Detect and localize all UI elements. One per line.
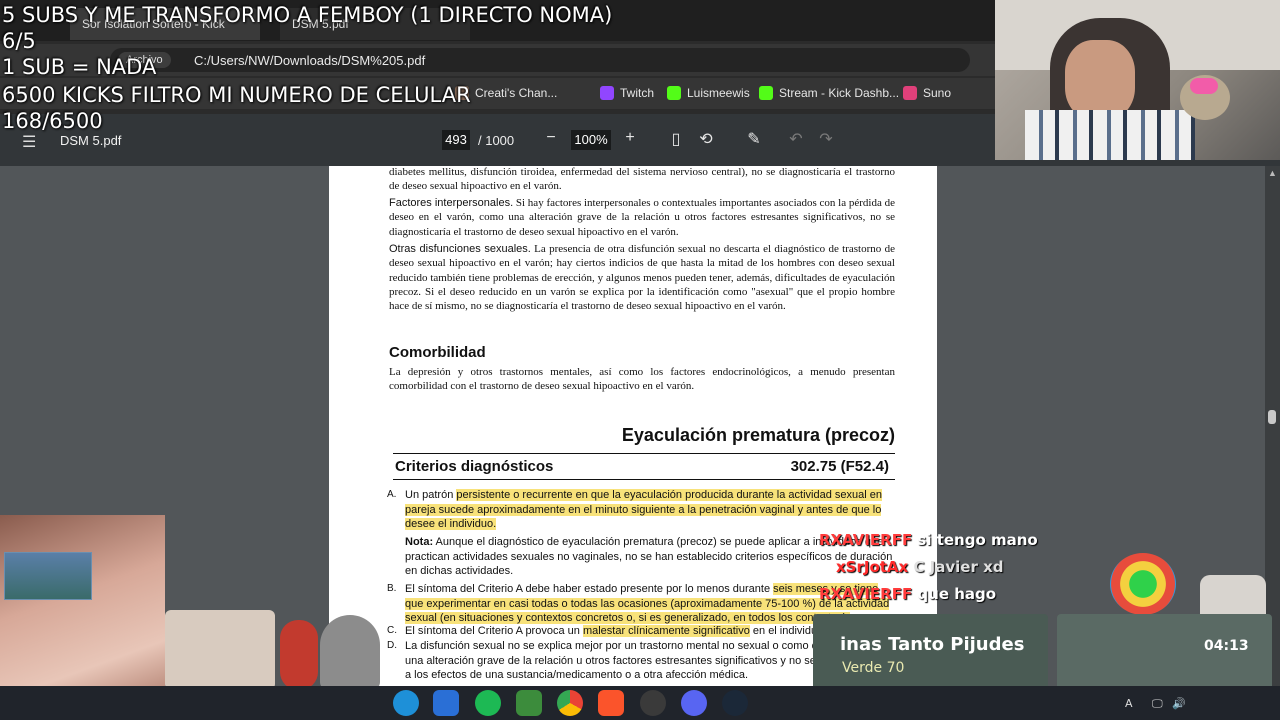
- zoom-out-icon[interactable]: −: [541, 129, 561, 147]
- page-number-input[interactable]: 493: [442, 130, 470, 150]
- undo-icon[interactable]: ↶: [786, 129, 806, 149]
- chat-message: RXAVIERFF que hago: [819, 585, 996, 603]
- spotify-icon[interactable]: [475, 690, 501, 716]
- zoom-in-icon[interactable]: +: [620, 129, 640, 147]
- cat-sticker: [165, 610, 275, 690]
- streamer-face: [1065, 40, 1135, 120]
- scrollbar-thumb[interactable]: [1268, 410, 1276, 424]
- overlay-goal-count: 6/5: [2, 29, 36, 53]
- criterion-letter: A.: [387, 489, 397, 500]
- highlighted-text: persistente o recurrente en que la eyacu…: [405, 489, 882, 531]
- kick-icon: [759, 86, 773, 100]
- song-subtitle: Verde 70: [842, 660, 905, 676]
- network-icon[interactable]: 🖵: [1152, 697, 1163, 711]
- pink-bow: [1190, 78, 1218, 94]
- brave-icon[interactable]: [598, 690, 624, 716]
- bookmark-label: Creati's Chan...: [475, 86, 558, 100]
- criterion-text: El síntoma del Criterio A debe haber est…: [405, 583, 774, 595]
- pdf-title: DSM 5.pdf: [60, 133, 122, 148]
- page-total: / 1000: [478, 133, 515, 148]
- song-title: inas Tanto Pijudes: [840, 634, 1025, 655]
- criterion-letter: D.: [387, 640, 397, 651]
- bookmark-suno[interactable]: Suno: [903, 86, 951, 100]
- suno-icon: [903, 86, 917, 100]
- kick-icon: [667, 86, 681, 100]
- paragraph-heading: Otras disfunciones sexuales.: [389, 243, 531, 255]
- bookmark-label: Twitch: [620, 86, 655, 100]
- pdf-page: diabetes mellitus, disfunción tiroidea, …: [329, 166, 937, 686]
- paragraph-heading: Factores interpersonales.: [389, 197, 514, 209]
- address-url[interactable]: C:/Users/NW/Downloads/DSM%205.pdf: [194, 53, 425, 68]
- bookmark-label: Luismeewis: [687, 86, 750, 100]
- webcam-overlay: [995, 0, 1280, 160]
- scroll-up-icon[interactable]: ▲: [1268, 168, 1277, 178]
- wolf-sticker: [320, 615, 380, 690]
- bookmark-luismeewis[interactable]: Luismeewis: [667, 86, 750, 100]
- criteria-label: Criterios diagnósticos: [395, 458, 554, 475]
- edge-icon[interactable]: [393, 690, 419, 716]
- bookmark-kick-dashboard[interactable]: Stream - Kick Dashb...: [759, 86, 899, 100]
- game-thumbnail: [4, 552, 92, 600]
- pdf-scrollbar[interactable]: [1265, 166, 1280, 686]
- overlay-kicks-goal: 6500 KICKS FILTRO MI NUMERO DE CELULAR: [2, 83, 471, 107]
- annotate-icon[interactable]: ✎: [744, 129, 764, 149]
- chat-text: C Javier xd: [913, 558, 1004, 576]
- discord-icon[interactable]: [681, 690, 707, 716]
- chat-username: RXAVIERFF: [819, 585, 913, 603]
- overlay-kicks-count: 168/6500: [2, 109, 103, 133]
- paragraph-comorbidity: La depresión y otros trastornos mentales…: [389, 366, 895, 393]
- chat-text: que hago: [917, 585, 997, 603]
- disorder-title: Eyaculación prematura (precoz): [621, 425, 895, 445]
- redo-icon[interactable]: ↷: [816, 129, 836, 149]
- chrome-icon[interactable]: [557, 690, 583, 716]
- criterion-letter: B.: [387, 583, 397, 594]
- chat-message: xSrJotAx C Javier xd: [836, 558, 1004, 576]
- sausage-sticker: [280, 620, 318, 690]
- steam-icon[interactable]: [722, 690, 748, 716]
- overlay-goal-title: 5 SUBS Y ME TRANSFORMO A FEMBOY (1 DIREC…: [2, 3, 613, 27]
- menu-icon[interactable]: ☰: [22, 132, 36, 152]
- rotate-icon[interactable]: ⟲: [696, 129, 716, 149]
- tray-language[interactable]: A: [1125, 697, 1133, 710]
- criteria-code: 302.75 (F52.4): [790, 458, 889, 475]
- zoom-input[interactable]: 100%: [571, 130, 611, 150]
- criterion-letter: C.: [387, 625, 397, 636]
- note-label: Nota:: [405, 536, 434, 548]
- volume-icon[interactable]: 🔊: [1172, 697, 1186, 710]
- paragraph: diabetes mellitus, disfunción tiroidea, …: [389, 166, 895, 193]
- chat-username: RXAVIERFF: [819, 531, 913, 549]
- bookmark-label: Stream - Kick Dashb...: [779, 86, 900, 100]
- overlay-sub-rule: 1 SUB = NADA: [2, 55, 157, 79]
- chat-username: xSrJotAx: [836, 558, 909, 576]
- streamer-shirt: [1025, 110, 1195, 160]
- criterion-a: A. Un patrón persistente o recurrente en …: [387, 488, 895, 532]
- timer-value: 04:13: [1204, 638, 1249, 654]
- paragraph-interpersonal: Factores interpersonales. Si hay factore…: [389, 196, 895, 239]
- clown-wig-sticker: [1110, 553, 1176, 615]
- criterion-text: El síntoma del Criterio A provoca un: [405, 625, 583, 637]
- fit-page-icon[interactable]: ▯: [666, 129, 686, 149]
- xbox-icon[interactable]: [516, 690, 542, 716]
- highlighted-text: malestar clínicamente significativo: [582, 625, 750, 637]
- bookmark-label: Suno: [923, 86, 952, 100]
- section-heading: Comorbilidad: [389, 344, 486, 361]
- obs-icon[interactable]: [640, 690, 666, 716]
- twitch-icon: [600, 86, 614, 100]
- chat-text: si tengo mano: [917, 531, 1038, 549]
- criterion-text: Un patrón: [405, 489, 457, 501]
- store-icon[interactable]: [433, 690, 459, 716]
- bookmark-twitch[interactable]: Twitch: [600, 86, 654, 100]
- paragraph-other-dysfunctions: Otras disfunciones sexuales. La presenci…: [389, 242, 895, 313]
- chat-message: RXAVIERFF si tengo mano: [819, 531, 1038, 549]
